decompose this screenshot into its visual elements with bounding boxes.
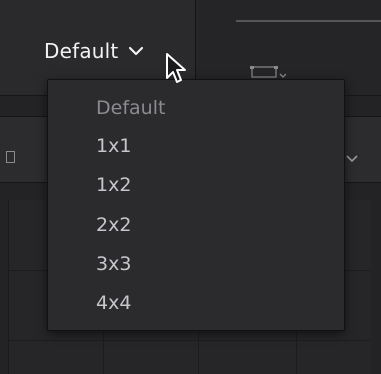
dropdown-selected-label: Default [44,39,119,63]
menu-item-default[interactable]: Default [96,96,165,120]
layout-preset-menu: Default 1x1 1x2 2x2 3x3 4x4 [47,79,345,331]
grid-line [8,340,370,341]
menu-item-2x2[interactable]: 2x2 [96,213,131,237]
frame-icon[interactable] [250,64,286,78]
chevron-down-icon [129,46,144,56]
chevron-down-icon[interactable] [343,152,361,166]
layout-preset-dropdown[interactable]: Default [44,36,144,66]
top-bar-line [236,20,381,22]
menu-item-4x4[interactable]: 4x4 [96,291,131,315]
menu-item-3x3[interactable]: 3x3 [96,252,131,276]
menu-item-1x2[interactable]: 1x2 [96,173,131,197]
menu-item-1x1[interactable]: 1x1 [96,134,131,158]
arrow-cursor-icon [166,53,186,83]
panel-toggle-icon[interactable] [6,151,15,163]
